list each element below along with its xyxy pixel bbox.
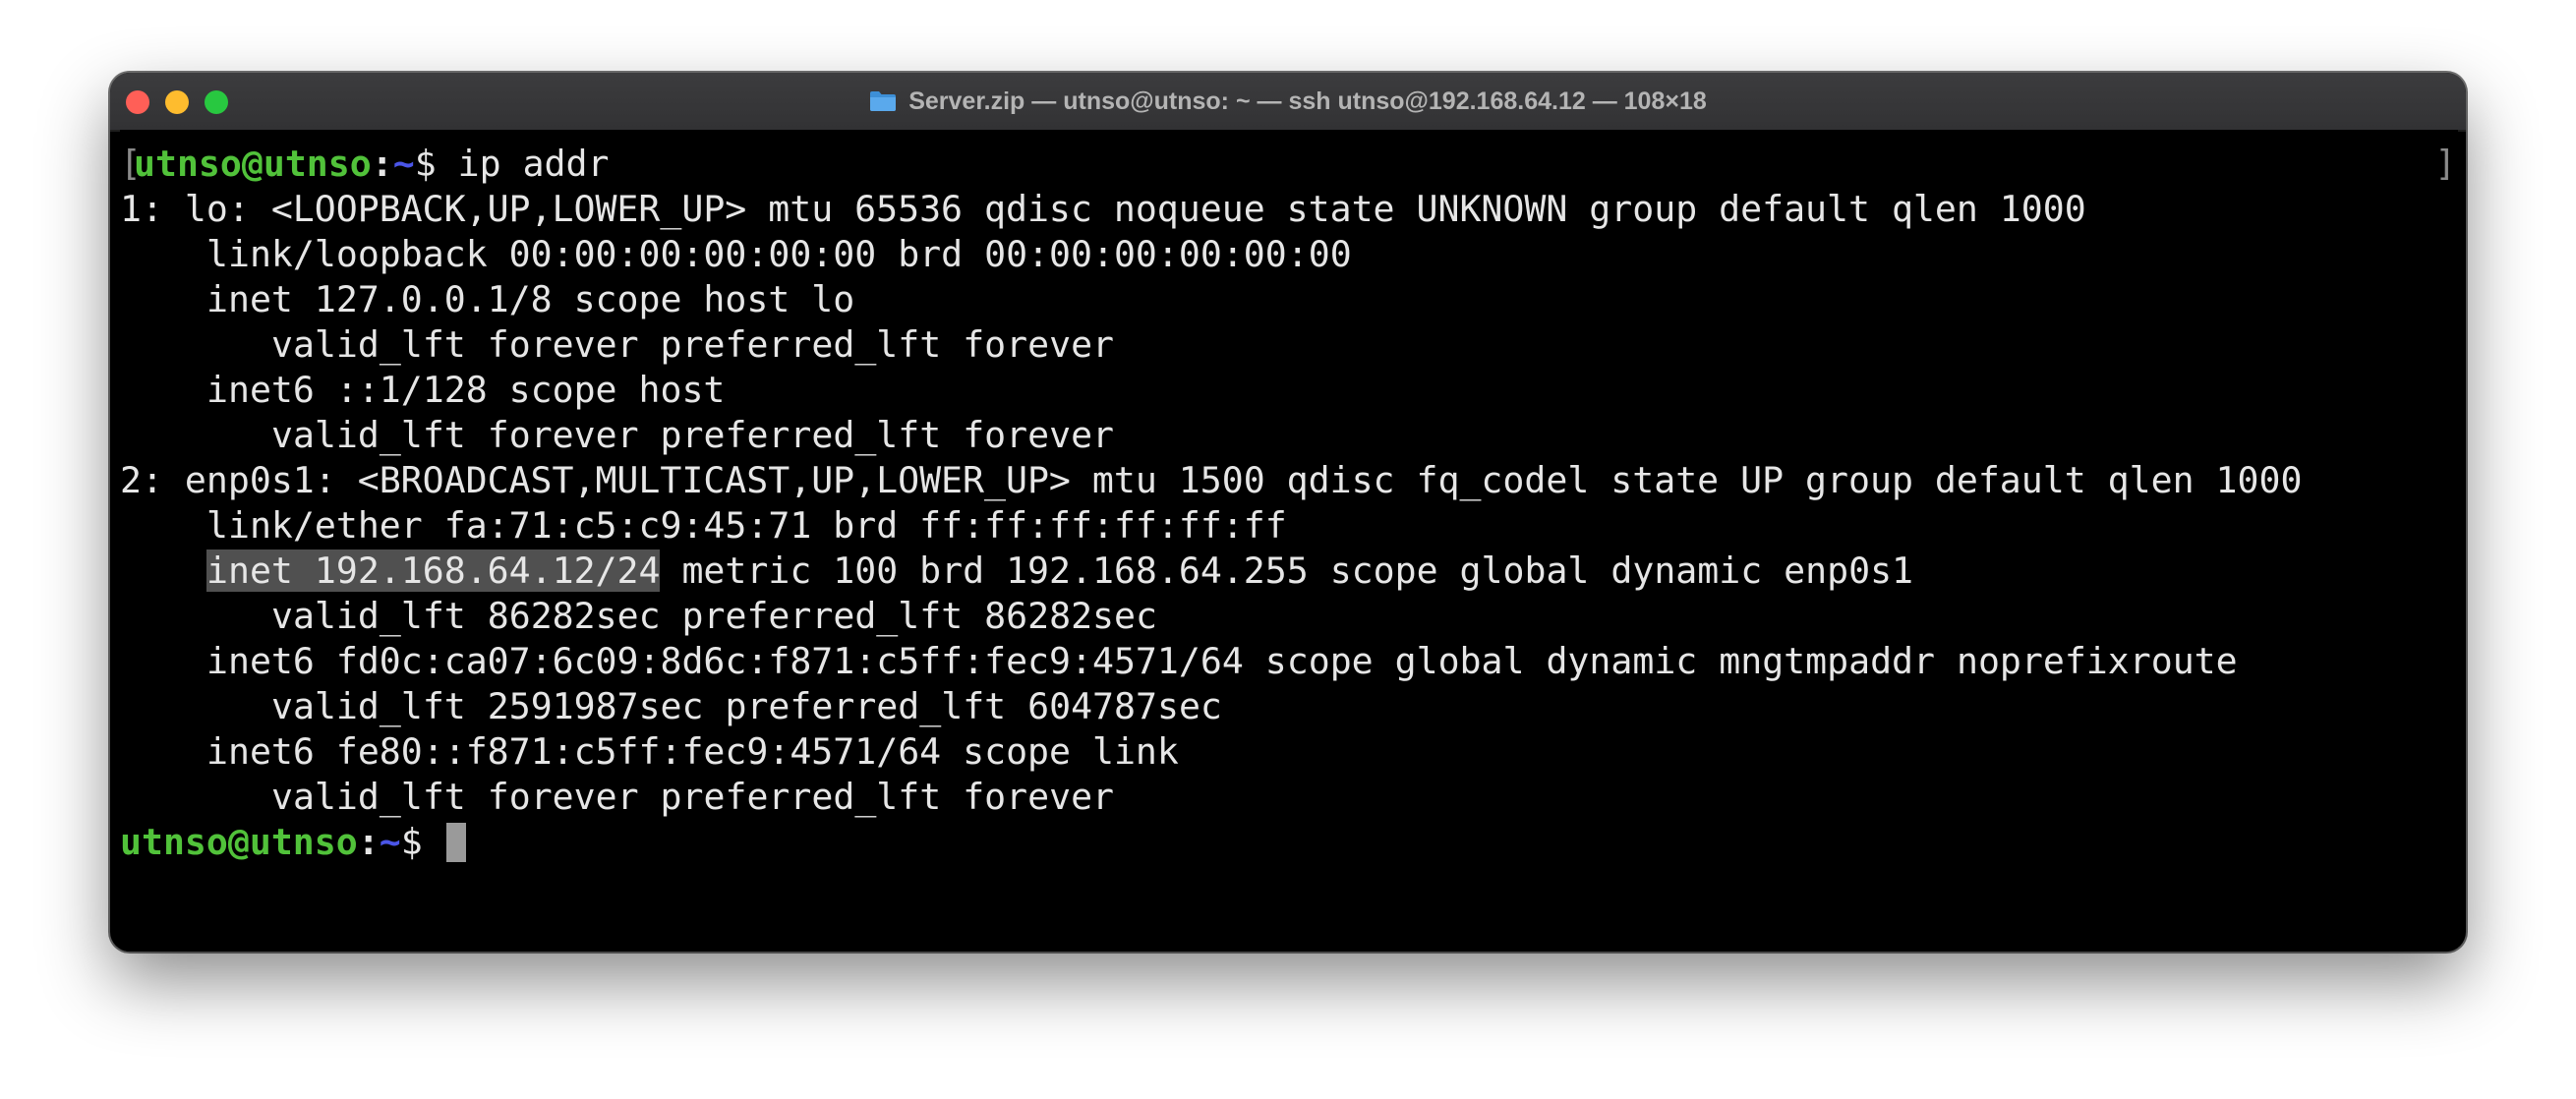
title-bar[interactable]: Server.zip — utnso@utnso: ~ — ssh utnso@… xyxy=(110,73,2466,132)
output-line: inet6 fe80::f871:c5ff:fec9:4571/64 scope… xyxy=(206,730,1179,773)
scroll-mark-left: [ xyxy=(120,144,142,184)
output-line-selected: inet 192.168.64.12/24 metric 100 brd 192… xyxy=(120,549,2458,594)
output-line: link/loopback 00:00:00:00:00:00 brd 00:0… xyxy=(206,233,1352,275)
prompt-user-host: utnso@utnso xyxy=(120,821,358,863)
command-text: ip addr xyxy=(457,143,610,185)
terminal-window: Server.zip — utnso@utnso: ~ — ssh utnso@… xyxy=(110,73,2466,952)
output-line: 2: enp0s1: <BROADCAST,MULTICAST,UP,LOWER… xyxy=(120,459,2303,501)
output-line-rest: metric 100 brd 192.168.64.255 scope glob… xyxy=(660,550,1914,592)
output-line: inet6 ::1/128 scope host xyxy=(206,369,726,411)
output-line: valid_lft forever preferred_lft forever xyxy=(271,323,1115,366)
output-line: valid_lft forever preferred_lft forever xyxy=(271,414,1115,456)
prompt-user-host: utnso@utnso xyxy=(134,143,372,185)
prompt-separator: : xyxy=(357,821,380,863)
output-line: 1: lo: <LOOPBACK,UP,LOWER_UP> mtu 65536 … xyxy=(120,188,2086,230)
scroll-mark-right: ] xyxy=(2434,144,2456,184)
folder-icon xyxy=(870,91,897,111)
terminal-content[interactable]: [ ] utnso@utnso:~$ ip addr 1: lo: <LOOPB… xyxy=(120,130,2458,952)
title-wrap: Server.zip — utnso@utnso: ~ — ssh utnso@… xyxy=(110,73,2466,130)
output-line: inet 127.0.0.1/8 scope host lo xyxy=(206,278,855,320)
prompt-line[interactable]: utnso@utnso:~$ xyxy=(120,820,2458,865)
prompt-directory: ~ xyxy=(379,821,401,863)
text-cursor xyxy=(445,823,466,862)
output-line: valid_lft forever preferred_lft forever xyxy=(271,776,1115,818)
output-line: link/ether fa:71:c5:c9:45:71 brd ff:ff:f… xyxy=(206,504,1287,547)
prompt-directory: ~ xyxy=(392,143,415,185)
text-selection[interactable]: inet 192.168.64.12/24 xyxy=(206,550,661,592)
prompt-dollar: $ xyxy=(414,143,458,185)
prompt-separator: : xyxy=(371,143,393,185)
output-line: valid_lft 2591987sec preferred_lft 60478… xyxy=(271,685,1222,727)
output-line: valid_lft 86282sec preferred_lft 86282se… xyxy=(271,595,1157,637)
output-line: inet6 fd0c:ca07:6c09:8d6c:f871:c5ff:fec9… xyxy=(206,640,2238,682)
window-title: Server.zip — utnso@utnso: ~ — ssh utnso@… xyxy=(908,87,1707,115)
command-line: utnso@utnso:~$ ip addr xyxy=(120,142,2458,187)
prompt-dollar: $ xyxy=(400,821,444,863)
